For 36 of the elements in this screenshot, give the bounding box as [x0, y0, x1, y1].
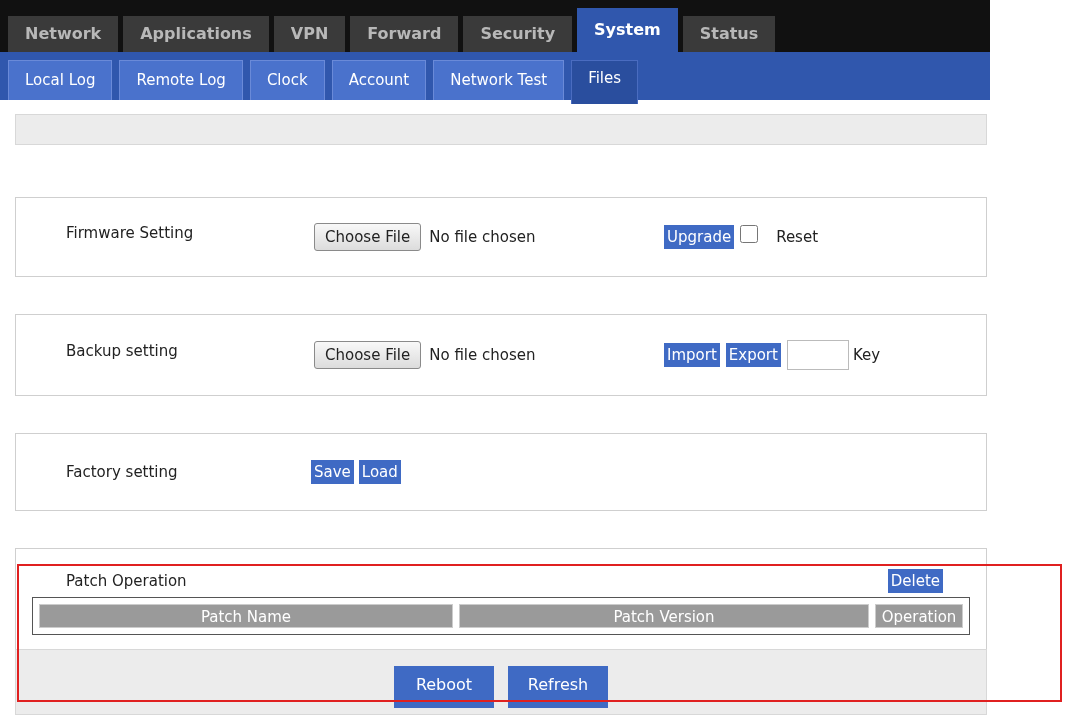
- choose-file-button[interactable]: Choose File: [314, 341, 422, 369]
- choose-file-button[interactable]: Choose File: [314, 223, 422, 251]
- nav-tab[interactable]: Status: [682, 16, 776, 52]
- reset-label: Reset: [776, 226, 819, 248]
- column-header: Patch Name: [39, 604, 453, 628]
- setting-label: Factory setting: [65, 461, 179, 483]
- nav-tab[interactable]: Forward: [350, 16, 459, 52]
- column-header: Operation: [875, 604, 963, 628]
- action-button[interactable]: Refresh: [508, 666, 608, 708]
- file-status: No file chosen: [429, 226, 536, 248]
- nav-tab[interactable]: Applications: [123, 16, 269, 52]
- file-status: No file chosen: [429, 344, 536, 366]
- action-button[interactable]: Export: [725, 343, 781, 367]
- action-button[interactable]: Upgrade: [664, 225, 735, 249]
- nav-tab[interactable]: System: [577, 8, 678, 52]
- setting-label: Patch Operation: [66, 570, 187, 592]
- column-header: Patch Version: [459, 604, 869, 628]
- action-button[interactable]: Save: [311, 460, 354, 484]
- nav-tab[interactable]: Security: [463, 16, 573, 52]
- action-button[interactable]: Delete: [887, 569, 943, 593]
- setting-label: Backup setting: [65, 340, 179, 362]
- sub-tab[interactable]: Files: [571, 60, 639, 104]
- key-label: Key: [852, 344, 881, 366]
- nav-tab[interactable]: VPN: [273, 16, 346, 52]
- reset-checkbox[interactable]: [740, 225, 759, 243]
- key-field[interactable]: [786, 340, 849, 370]
- sub-tab[interactable]: Clock: [249, 60, 325, 100]
- sub-tab[interactable]: Network Test: [433, 60, 565, 100]
- sub-tab[interactable]: Account: [331, 60, 427, 100]
- sub-tab[interactable]: Local Log: [8, 60, 113, 100]
- action-button[interactable]: Load: [358, 460, 401, 484]
- action-button[interactable]: Import: [664, 343, 720, 367]
- sub-tab[interactable]: Remote Log: [119, 60, 243, 100]
- action-button[interactable]: Reboot: [394, 666, 494, 708]
- setting-label: Firmware Setting: [65, 222, 195, 244]
- nav-tab[interactable]: Network: [8, 16, 119, 52]
